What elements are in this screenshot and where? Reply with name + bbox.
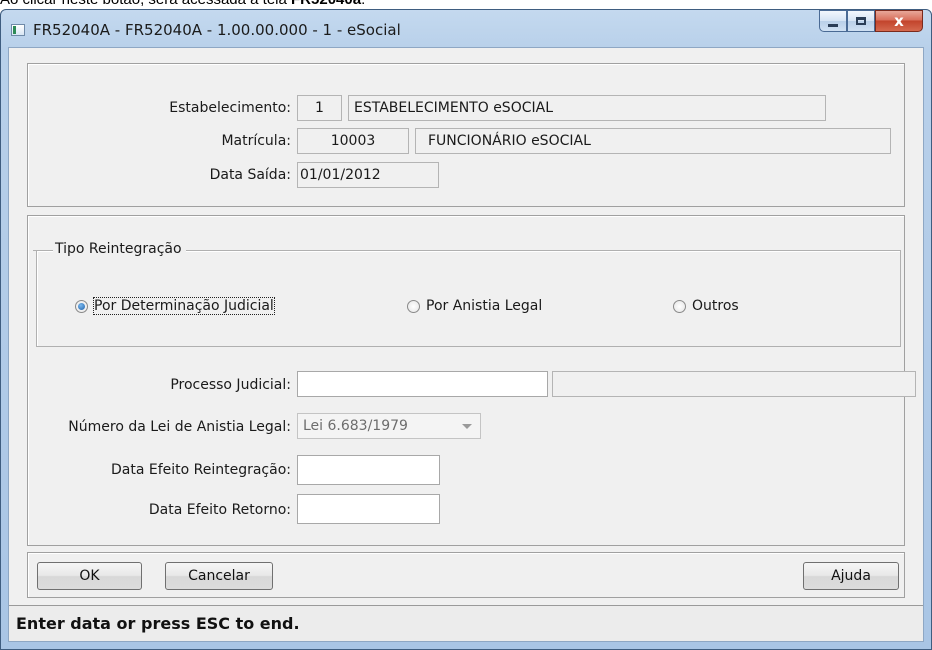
close-icon: x xyxy=(894,12,904,30)
radio-selected-icon xyxy=(75,299,88,313)
data-saida-label: Data Saída: xyxy=(209,167,291,183)
matricula-name-field: FUNCIONÁRIO eSOCIAL xyxy=(415,128,891,154)
data-saida-field: 01/01/2012 xyxy=(297,162,439,188)
window-controls: x xyxy=(819,10,923,34)
app-icon xyxy=(11,24,25,36)
processo-judicial-input[interactable] xyxy=(297,371,548,397)
minimize-icon xyxy=(828,23,838,27)
radio-judicial-label: Por Determinação Judicial xyxy=(93,297,275,315)
caption-suffix: . xyxy=(361,0,365,8)
employee-panel: Estabelecimento: 1 ESTABELECIMENTO eSOCI… xyxy=(27,63,905,207)
matricula-label: Matrícula: xyxy=(221,133,291,149)
radio-anistia[interactable]: Por Anistia Legal xyxy=(407,298,542,314)
processo-judicial-label: Processo Judicial: xyxy=(170,377,291,393)
data-efeito-retorno-label: Data Efeito Retorno: xyxy=(148,502,291,518)
maximize-button[interactable] xyxy=(847,10,875,32)
client-area: Estabelecimento: 1 ESTABELECIMENTO eSOCI… xyxy=(8,47,924,642)
status-bar: Enter data or press ESC to end. xyxy=(9,605,923,641)
maximize-icon xyxy=(856,17,866,25)
caption-text: Ao clicar neste botão, será acessada a t… xyxy=(0,0,365,9)
estabelecimento-code-field: 1 xyxy=(297,95,342,121)
lei-anistia-value: Lei 6.683/1979 xyxy=(303,418,408,434)
tipo-reintegracao-group: Tipo Reintegração Por Determinação Judic… xyxy=(33,241,901,347)
processo-judicial-description xyxy=(552,371,916,397)
matricula-code-field: 10003 xyxy=(297,128,409,154)
help-button[interactable]: Ajuda xyxy=(803,562,899,590)
radio-outros[interactable]: Outros xyxy=(673,298,739,314)
data-efeito-reintegracao-input[interactable] xyxy=(297,455,440,485)
button-panel: OK Cancelar Ajuda xyxy=(27,552,905,598)
close-button[interactable]: x xyxy=(875,10,923,32)
window-title: FR52040A - FR52040A - 1.00.00.000 - 1 - … xyxy=(33,21,401,39)
data-efeito-retorno-input[interactable] xyxy=(297,494,440,524)
dialog-window: FR52040A - FR52040A - 1.00.00.000 - 1 - … xyxy=(0,9,932,650)
radio-unselected-icon xyxy=(407,299,420,313)
radio-unselected-icon xyxy=(673,299,686,313)
data-efeito-reintegracao-label: Data Efeito Reintegração: xyxy=(110,462,291,478)
minimize-button[interactable] xyxy=(819,10,847,32)
ok-button[interactable]: OK xyxy=(37,562,142,590)
radio-outros-label: Outros xyxy=(692,298,739,314)
tipo-reintegracao-legend: Tipo Reintegração xyxy=(33,241,186,257)
estabelecimento-label: Estabelecimento: xyxy=(169,100,291,116)
reintegration-panel: Tipo Reintegração Por Determinação Judic… xyxy=(27,215,916,546)
lei-anistia-select[interactable]: Lei 6.683/1979 xyxy=(297,413,481,439)
radio-judicial[interactable]: Por Determinação Judicial xyxy=(75,297,275,315)
lei-anistia-label: Número da Lei de Anistia Legal: xyxy=(68,419,291,435)
radio-anistia-label: Por Anistia Legal xyxy=(426,298,543,314)
estabelecimento-name-field: ESTABELECIMENTO eSOCIAL xyxy=(348,95,826,121)
cancel-button[interactable]: Cancelar xyxy=(165,562,273,590)
chevron-down-icon xyxy=(462,424,472,429)
caption-prefix: Ao clicar neste botão, será acessada a t… xyxy=(0,0,291,8)
title-bar[interactable]: FR52040A - FR52040A - 1.00.00.000 - 1 - … xyxy=(1,10,931,48)
caption-bold: FR52040a xyxy=(291,0,361,8)
